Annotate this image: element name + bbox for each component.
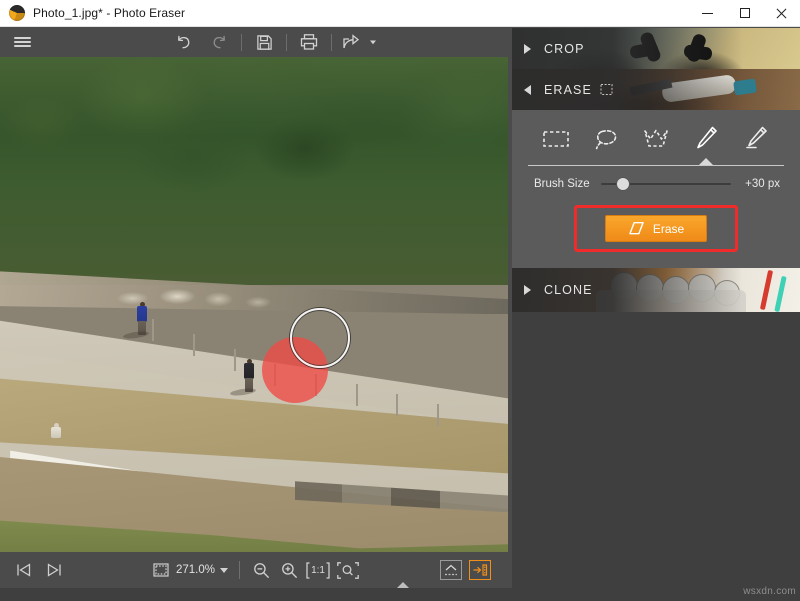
toolbar-divider-3 bbox=[331, 34, 332, 51]
person-blue-shirt bbox=[137, 302, 149, 338]
panel-top-layout-button[interactable] bbox=[440, 560, 462, 580]
redo-icon[interactable] bbox=[201, 27, 237, 57]
first-image-button[interactable] bbox=[14, 552, 34, 588]
image-navigation-group bbox=[14, 552, 64, 588]
person-shadow bbox=[123, 330, 150, 340]
toolbar-divider-2 bbox=[286, 34, 287, 51]
erase-button[interactable]: Erase bbox=[605, 215, 707, 242]
zoom-dropdown-caret-icon[interactable] bbox=[220, 568, 228, 573]
tool-brush-eraser[interactable] bbox=[734, 122, 778, 156]
toolbar-divider-1 bbox=[241, 34, 242, 51]
window-controls bbox=[689, 0, 800, 27]
actual-size-button[interactable]: 1:1 bbox=[303, 552, 333, 588]
window-title: Photo_1.jpg* - Photo Eraser bbox=[33, 6, 185, 20]
title-bar: Photo_1.jpg* - Photo Eraser bbox=[0, 0, 800, 27]
erase-button-highlight: Erase bbox=[574, 205, 738, 252]
person-torso bbox=[244, 363, 254, 379]
fence-post bbox=[152, 319, 154, 341]
actual-size-label: 1:1 bbox=[311, 565, 325, 576]
app-logo-icon bbox=[9, 5, 25, 21]
section-label-crop: CROP bbox=[544, 42, 585, 56]
minimize-button[interactable] bbox=[689, 0, 726, 27]
fence-post bbox=[193, 334, 195, 356]
tool-polygon-select[interactable] bbox=[634, 122, 678, 156]
next-image-button[interactable] bbox=[44, 552, 64, 588]
person-dark-shirt bbox=[244, 359, 256, 395]
maximize-icon bbox=[740, 8, 750, 18]
brush-size-row: Brush Size +30 px bbox=[512, 166, 800, 191]
person-torso bbox=[137, 306, 147, 322]
fence-post bbox=[234, 349, 236, 371]
maximize-button[interactable] bbox=[726, 0, 763, 27]
section-label-clone: CLONE bbox=[544, 283, 593, 297]
fit-to-screen-button[interactable] bbox=[333, 552, 363, 588]
zoom-level-value[interactable]: 271.0% bbox=[176, 564, 215, 576]
share-dropdown-caret-icon[interactable] bbox=[366, 27, 380, 57]
photo-image bbox=[0, 57, 508, 552]
collapse-caret-icon[interactable] bbox=[397, 582, 409, 588]
section-header-erase[interactable]: ERASE bbox=[512, 69, 800, 110]
erase-section-body: Brush Size +30 px Erase bbox=[512, 110, 800, 268]
photo-eraser-window: Photo_1.jpg* - Photo Eraser bbox=[0, 0, 800, 601]
undo-icon[interactable] bbox=[165, 27, 201, 57]
hamburger-menu-icon[interactable] bbox=[0, 27, 44, 57]
minimize-icon bbox=[702, 13, 713, 14]
fence-post bbox=[356, 384, 358, 406]
save-icon[interactable] bbox=[246, 27, 282, 57]
tools-divider bbox=[528, 165, 784, 166]
status-bar: 271.0% 1:1 bbox=[0, 552, 512, 588]
share-icon[interactable] bbox=[336, 27, 366, 57]
section-label-erase: ERASE bbox=[544, 83, 592, 97]
person-crouching bbox=[51, 423, 63, 445]
watermark-text: wsxdn.com bbox=[743, 586, 796, 597]
erase-tools-row bbox=[512, 110, 800, 158]
brush-cursor bbox=[290, 308, 350, 368]
tool-lasso-select[interactable] bbox=[584, 122, 628, 156]
tool-brush[interactable] bbox=[684, 122, 728, 156]
fence-post bbox=[396, 394, 398, 416]
person-torso bbox=[51, 427, 61, 438]
zoom-controls-group: 271.0% 1:1 bbox=[152, 552, 363, 588]
toolbar-actions bbox=[165, 27, 380, 57]
chevron-right-icon bbox=[524, 44, 531, 54]
slider-handle[interactable] bbox=[617, 178, 629, 190]
selection-size-icon[interactable] bbox=[152, 552, 170, 588]
panel-side-layout-button[interactable] bbox=[469, 560, 491, 580]
bottom-strip bbox=[0, 588, 800, 601]
status-divider bbox=[239, 561, 240, 579]
zoom-in-button[interactable] bbox=[275, 552, 303, 588]
chevron-right-icon bbox=[524, 285, 531, 295]
eraser-icon bbox=[628, 221, 645, 236]
close-button[interactable] bbox=[763, 0, 800, 27]
print-icon[interactable] bbox=[291, 27, 327, 57]
section-header-clone[interactable]: CLONE bbox=[512, 268, 800, 312]
erase-button-label: Erase bbox=[653, 222, 684, 236]
tool-rectangle-select[interactable] bbox=[534, 122, 578, 156]
brush-size-value: +30 px bbox=[745, 178, 780, 190]
layout-toggle-group bbox=[440, 560, 491, 580]
image-canvas[interactable] bbox=[0, 57, 508, 552]
reset-selection-icon[interactable] bbox=[600, 83, 614, 97]
brush-size-label: Brush Size bbox=[534, 178, 590, 190]
brush-size-slider[interactable] bbox=[601, 177, 732, 191]
tools-panel: CROP ERASE bbox=[512, 28, 800, 573]
sky-highlight bbox=[0, 57, 508, 136]
section-header-crop[interactable]: CROP bbox=[512, 28, 800, 69]
zoom-out-button[interactable] bbox=[247, 552, 275, 588]
erase-action-area: Erase bbox=[512, 191, 800, 268]
fence-post bbox=[437, 404, 439, 426]
close-icon bbox=[776, 8, 787, 19]
selected-tool-caret-icon bbox=[699, 158, 713, 165]
chevron-down-icon bbox=[524, 85, 531, 95]
